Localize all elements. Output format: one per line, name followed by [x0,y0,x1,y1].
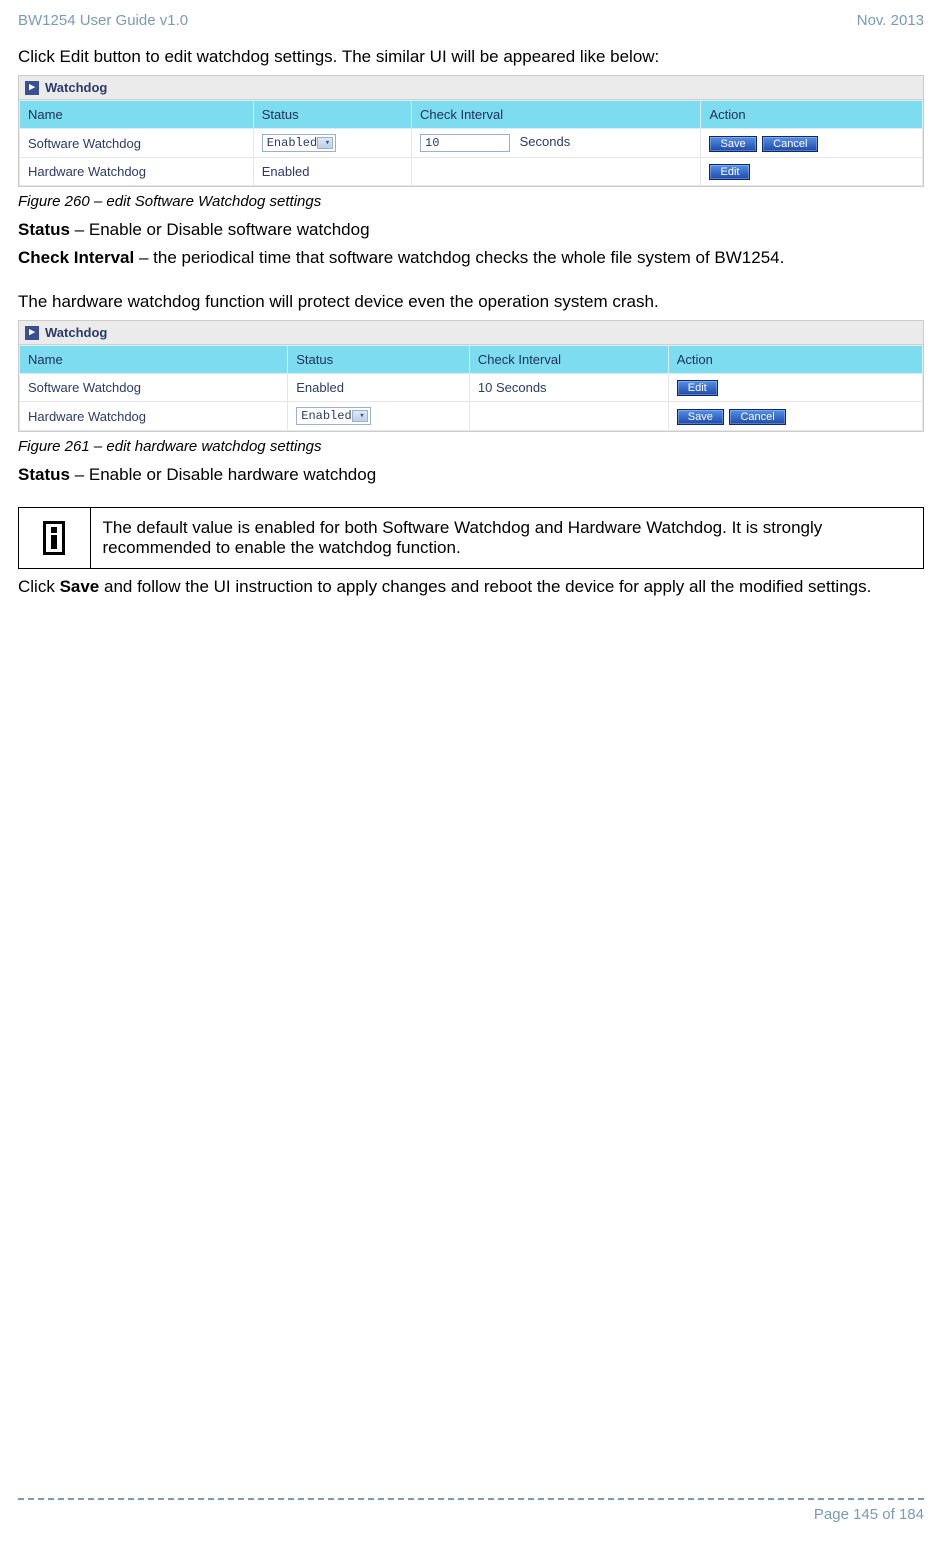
interval-input[interactable]: 10 [420,134,510,152]
cell-interval [412,158,701,186]
cell-interval [469,402,668,431]
chevron-down-icon: ▾ [359,411,364,421]
status-select[interactable]: Enabled▾ [262,134,336,152]
closing-text: Click Save and follow the UI instruction… [18,577,924,597]
table-title-text: Watchdog [45,325,107,340]
status-line-2: Status – Enable or Disable hardware watc… [18,465,924,485]
footer-divider [18,1498,924,1500]
col-action: Action [701,101,923,129]
cell-status: Enabled [288,374,470,402]
info-icon-cell [19,508,91,568]
table-title: ▸ Watchdog [19,321,923,345]
col-name: Name [20,101,254,129]
col-status: Status [288,346,470,374]
chevron-down-icon: ▾ [325,138,330,148]
arrow-right-icon: ▸ [25,326,39,340]
watchdog-table-1: ▸ Watchdog Name Status Check Interval Ac… [18,75,924,187]
table-title-text: Watchdog [45,80,107,95]
info-box: The default value is enabled for both So… [18,507,924,569]
table-row: Software Watchdog Enabled 10 Seconds Edi… [20,374,923,402]
cell-interval: 10 Seconds [469,374,668,402]
cell-name: Software Watchdog [20,374,288,402]
cell-name: Hardware Watchdog [20,158,254,186]
doc-title: BW1254 User Guide v1.0 [18,12,188,29]
status-line-1: Status – Enable or Disable software watc… [18,220,924,240]
cancel-button[interactable]: Cancel [762,136,818,152]
info-icon [43,521,65,555]
figure-caption-1: Figure 260 – edit Software Watchdog sett… [18,193,924,210]
check-interval-line: Check Interval – the periodical time tha… [18,248,924,268]
doc-date: Nov. 2013 [857,12,924,29]
cancel-button[interactable]: Cancel [729,409,785,425]
cell-name: Software Watchdog [20,129,254,158]
edit-button[interactable]: Edit [709,164,750,180]
table-row: Hardware Watchdog Enabled▾ Save Cancel [20,402,923,431]
col-check-interval: Check Interval [469,346,668,374]
col-name: Name [20,346,288,374]
table-row: Hardware Watchdog Enabled Edit [20,158,923,186]
edit-button[interactable]: Edit [677,380,718,396]
figure-caption-2: Figure 261 – edit hardware watchdog sett… [18,438,924,455]
cell-name: Hardware Watchdog [20,402,288,431]
cell-status: Enabled [253,158,411,186]
col-check-interval: Check Interval [412,101,701,129]
page-number: Page 145 of 184 [18,1506,924,1523]
table-row: Software Watchdog Enabled▾ 10 Seconds Sa… [20,129,923,158]
arrow-right-icon: ▸ [25,81,39,95]
intro-text-1: Click Edit button to edit watchdog setti… [18,47,924,67]
watchdog-table-2: ▸ Watchdog Name Status Check Interval Ac… [18,320,924,432]
intro-text-2: The hardware watchdog function will prot… [18,292,924,312]
interval-unit: Seconds [520,134,571,149]
status-select[interactable]: Enabled▾ [296,407,370,425]
info-text: The default value is enabled for both So… [91,508,923,568]
save-button[interactable]: Save [677,409,724,425]
col-status: Status [253,101,411,129]
save-button[interactable]: Save [709,136,756,152]
col-action: Action [668,346,922,374]
table-title: ▸ Watchdog [19,76,923,100]
